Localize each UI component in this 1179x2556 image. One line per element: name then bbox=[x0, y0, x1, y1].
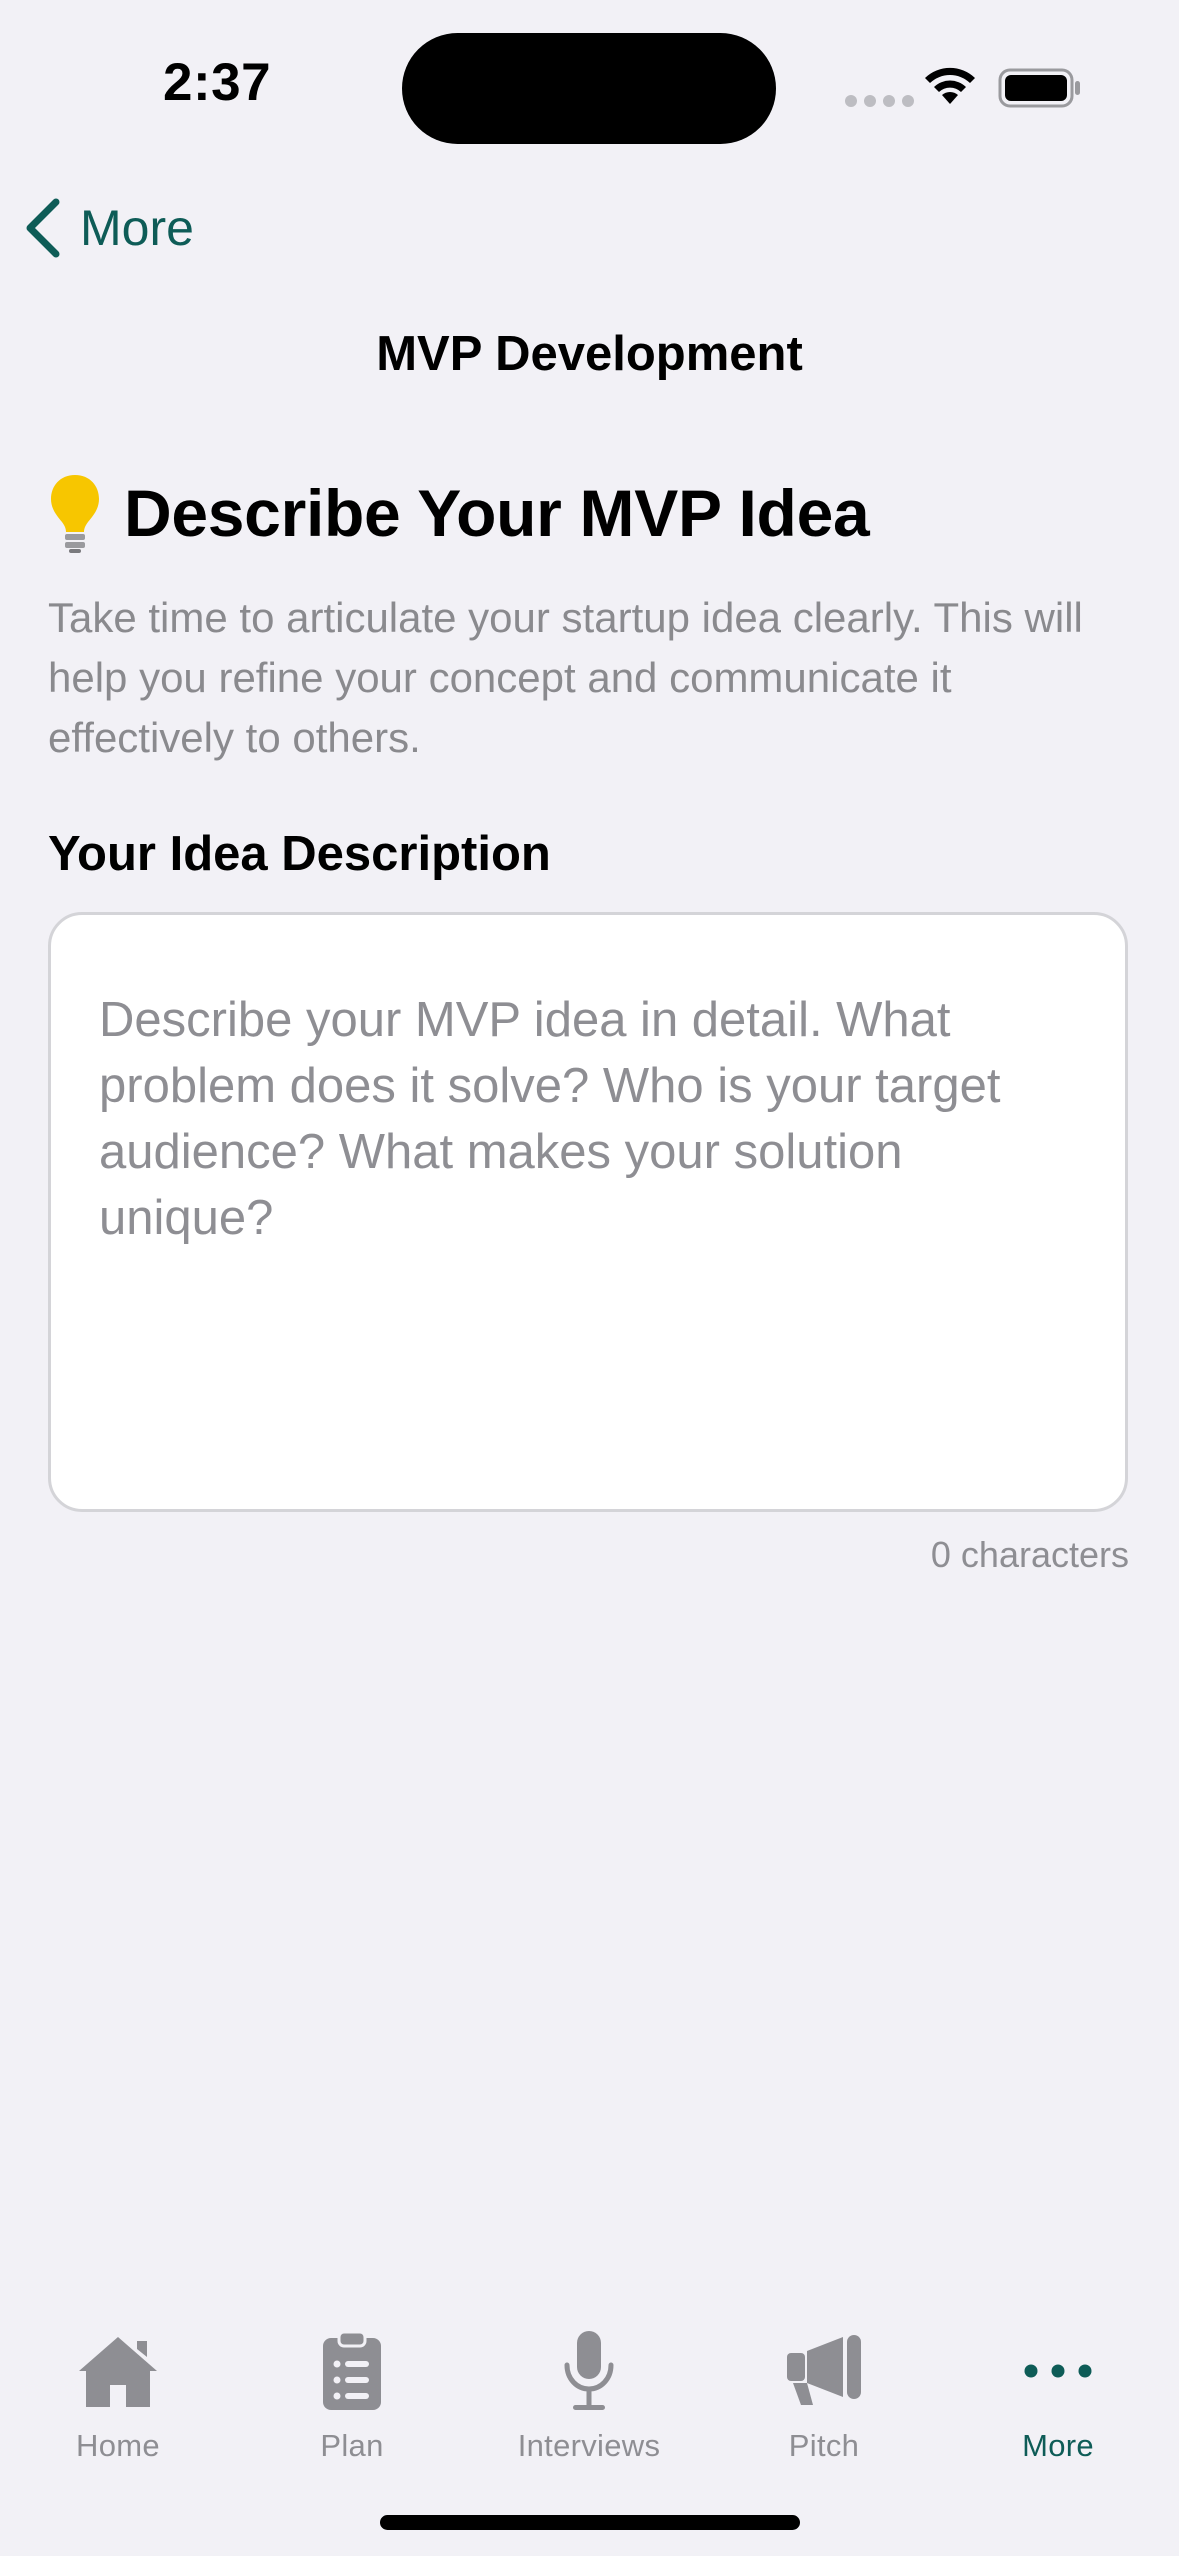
chevron-left-icon bbox=[26, 198, 60, 258]
tab-more-label: More bbox=[1022, 2428, 1094, 2463]
status-time: 2:37 bbox=[163, 53, 272, 112]
battery-icon bbox=[998, 68, 1080, 108]
house-icon bbox=[79, 2337, 157, 2407]
idea-description-input[interactable] bbox=[48, 912, 1128, 1512]
page-title: MVP Development bbox=[376, 327, 803, 381]
idea-field-label: Your Idea Description bbox=[48, 827, 551, 881]
tab-interviews[interactable]: Interviews bbox=[479, 2326, 699, 2464]
wifi-icon bbox=[925, 67, 975, 104]
back-button-label: More bbox=[80, 200, 194, 256]
tab-plan-label: Plan bbox=[320, 2428, 384, 2463]
ellipsis-icon bbox=[1024, 2364, 1092, 2378]
megaphone-icon bbox=[787, 2335, 861, 2405]
dynamic-island bbox=[402, 33, 776, 144]
cellular-signal-icon bbox=[845, 95, 914, 107]
character-count: 0 characters bbox=[930, 1534, 1129, 1575]
tab-more[interactable]: More bbox=[948, 2326, 1168, 2464]
back-button[interactable]: More bbox=[20, 192, 194, 264]
tab-home[interactable]: Home bbox=[8, 2326, 228, 2464]
home-indicator bbox=[380, 2515, 800, 2530]
tab-pitch-label: Pitch bbox=[788, 2428, 860, 2463]
tab-pitch[interactable]: Pitch bbox=[714, 2326, 934, 2464]
tab-home-label: Home bbox=[76, 2428, 160, 2463]
tab-interviews-label: Interviews bbox=[517, 2428, 661, 2463]
microphone-icon bbox=[564, 2331, 614, 2410]
clipboard-list-icon bbox=[323, 2330, 381, 2410]
section-heading: Describe Your MVP Idea bbox=[48, 472, 870, 554]
section-title: Describe Your MVP Idea bbox=[124, 476, 870, 550]
section-intro: Take time to articulate your startup ide… bbox=[48, 594, 1083, 761]
tab-plan[interactable]: Plan bbox=[242, 2326, 462, 2464]
lightbulb-icon bbox=[51, 475, 99, 553]
